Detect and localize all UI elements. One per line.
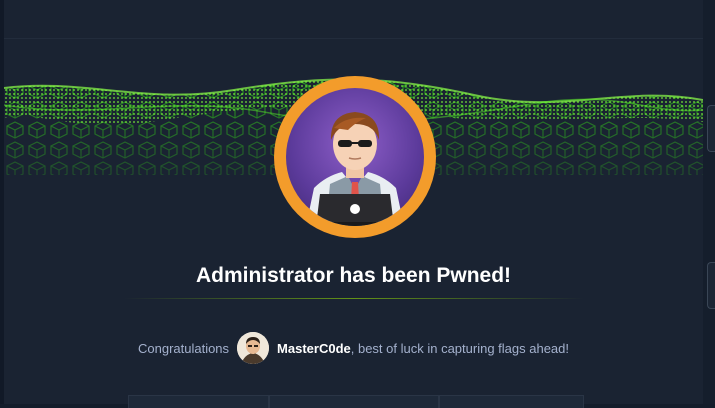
- machine-avatar-ring: [274, 76, 436, 238]
- stats-cards-row: [128, 395, 584, 408]
- username-link[interactable]: MasterC0de: [277, 341, 351, 356]
- congrats-message: Congratulations MasterC0de , best of luc…: [4, 331, 703, 365]
- stats-card: [269, 395, 439, 408]
- pwned-title: Administrator has been Pwned!: [195, 264, 512, 287]
- stats-card: [128, 395, 270, 408]
- congrats-suffix: , best of luck in capturing flags ahead!: [350, 340, 569, 356]
- stats-card: [438, 395, 584, 408]
- user-avatar-icon[interactable]: [237, 332, 270, 364]
- background-card-edge: [707, 105, 715, 152]
- title-underline: [124, 298, 584, 299]
- modal-divider: [4, 38, 703, 39]
- pwned-modal: Administrator has been Pwned! Congratula…: [4, 0, 703, 408]
- congrats-prefix: Congratulations: [137, 340, 230, 356]
- background-card-edge: [707, 262, 715, 309]
- page-background-right: [703, 0, 715, 404]
- hacker-with-laptop-avatar-icon: [286, 88, 424, 226]
